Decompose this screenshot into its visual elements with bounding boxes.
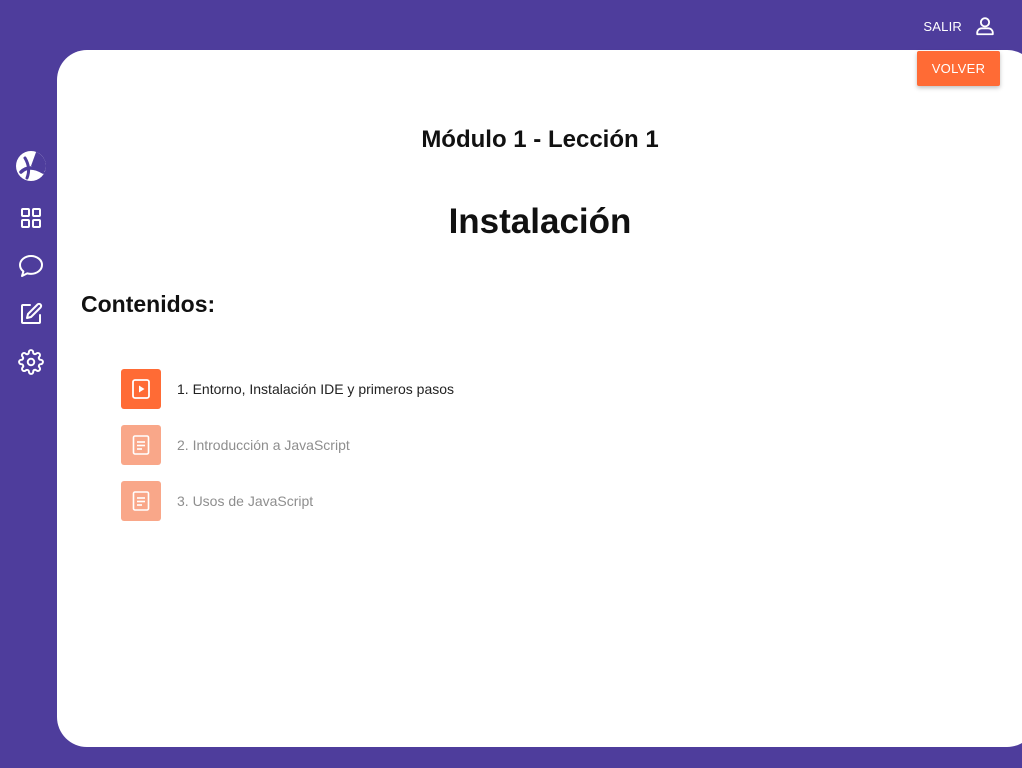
sidebar-item-edit[interactable]	[12, 302, 50, 326]
contents-list: 1. Entorno, Instalación IDE y primeros p…	[121, 369, 454, 537]
module-title: Módulo 1 - Lección 1	[421, 126, 659, 153]
logout-label: SALIR	[923, 18, 962, 34]
lesson-title: Instalación	[448, 202, 632, 241]
lesson-panel: VOLVER Módulo 1 - Lección 1 Instalación …	[57, 50, 1022, 747]
gear-icon	[18, 349, 44, 375]
content-item-label: 2. Introducción a JavaScript	[177, 437, 350, 453]
content-item-3[interactable]: 3. Usos de JavaScript	[121, 481, 454, 521]
sidebar-item-dashboard[interactable]	[12, 206, 50, 230]
logout-button[interactable]: SALIR	[923, 12, 996, 40]
video-icon	[121, 369, 161, 409]
sidebar-item-logo[interactable]	[12, 150, 50, 182]
content-item-1[interactable]: 1. Entorno, Instalación IDE y primeros p…	[121, 369, 454, 409]
document-icon	[121, 425, 161, 465]
user-icon	[974, 15, 996, 37]
document-icon	[121, 481, 161, 521]
top-bar: SALIR	[0, 0, 1022, 50]
logo-icon	[15, 150, 47, 182]
content-item-label: 1. Entorno, Instalación IDE y primeros p…	[177, 381, 455, 397]
contents-heading: Contenidos:	[81, 291, 216, 317]
grid-icon	[19, 206, 43, 230]
content-item-label: 3. Usos de JavaScript	[177, 493, 314, 509]
back-button[interactable]: VOLVER	[917, 51, 1000, 86]
sidebar-item-chat[interactable]	[12, 254, 50, 278]
sidebar-item-settings[interactable]	[12, 349, 50, 375]
content-item-2[interactable]: 2. Introducción a JavaScript	[121, 425, 454, 465]
chat-bubble-icon	[18, 254, 44, 278]
sidebar	[12, 150, 50, 375]
edit-icon	[19, 302, 43, 326]
